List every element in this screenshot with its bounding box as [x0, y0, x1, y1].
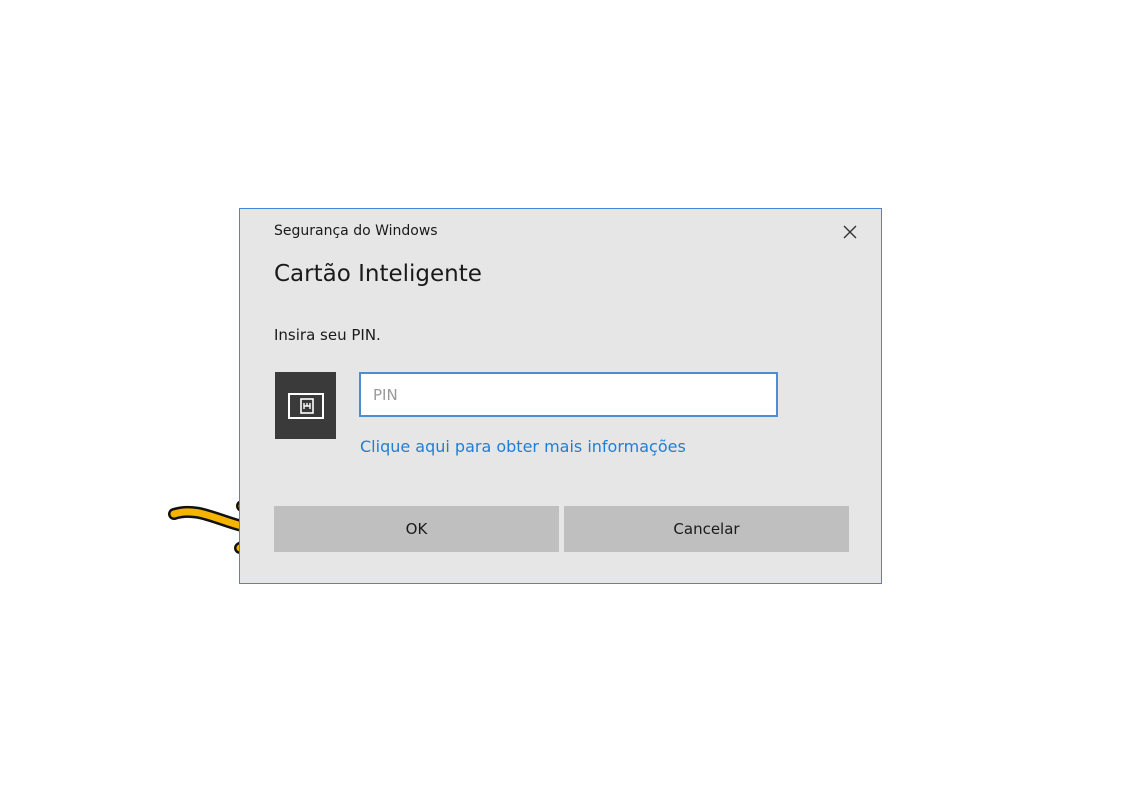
more-info-link[interactable]: Clique aqui para obter mais informações: [360, 437, 686, 456]
window-title: Segurança do Windows: [274, 223, 438, 239]
security-dialog: Segurança do Windows Cartão Inteligente …: [239, 208, 882, 584]
ok-button[interactable]: OK: [274, 506, 559, 552]
smart-card-tile: [275, 372, 336, 439]
screen: Segurança do Windows Cartão Inteligente …: [0, 0, 1123, 794]
dialog-heading: Cartão Inteligente: [274, 261, 482, 287]
close-button[interactable]: [839, 221, 861, 243]
cancel-button[interactable]: Cancelar: [564, 506, 849, 552]
smart-card-icon: [288, 393, 324, 419]
pin-input[interactable]: [359, 372, 778, 417]
pin-prompt: Insira seu PIN.: [274, 326, 381, 344]
close-icon: [843, 225, 857, 239]
